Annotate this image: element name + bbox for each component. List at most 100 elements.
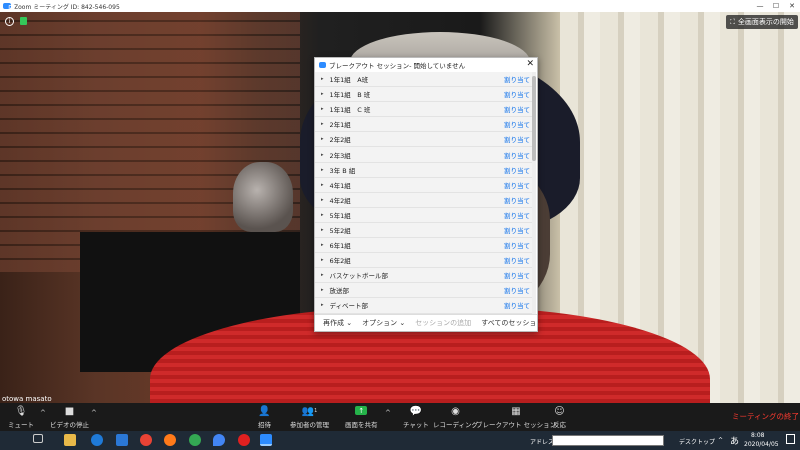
clock-time[interactable]: 8:08 <box>751 432 764 439</box>
firefox-icon[interactable] <box>164 434 176 446</box>
assign-link[interactable]: 割り当て <box>504 240 530 250</box>
chat-button[interactable]: 💬 チャット <box>403 405 429 430</box>
assign-link[interactable]: 割り当て <box>504 74 530 84</box>
expand-triangle-icon[interactable]: ▸ <box>321 152 324 158</box>
breakout-room-row[interactable]: ▸ 4年1組 割り当て <box>315 177 533 193</box>
assign-link[interactable]: 割り当て <box>504 165 530 175</box>
expand-triangle-icon[interactable]: ▸ <box>321 121 324 127</box>
options-button[interactable]: オプション ⌄ <box>362 318 405 328</box>
video-options-caret[interactable]: ^ <box>91 409 97 417</box>
maximize-button[interactable]: ☐ <box>768 0 784 12</box>
assign-link[interactable]: 割り当て <box>504 150 530 160</box>
assign-link[interactable]: 割り当て <box>504 195 530 205</box>
breakout-room-row[interactable]: ▸ 4年2組 割り当て <box>315 192 533 208</box>
lock-icon[interactable] <box>20 17 27 25</box>
breakout-room-name: 2年1組 <box>329 121 351 130</box>
zoom-logo-icon <box>319 62 326 68</box>
video-camera-icon: ■ <box>64 405 75 417</box>
breakout-room-row[interactable]: ▸ バスケットボール部 割り当て <box>315 268 533 284</box>
add-session-button[interactable]: セッションの追加 <box>415 318 471 328</box>
breakout-room-name: 4年1組 <box>329 181 351 190</box>
assign-link[interactable]: 割り当て <box>504 225 530 235</box>
breakout-room-row[interactable]: ▸ 3年 B 組 割り当て <box>315 162 533 178</box>
minimize-button[interactable]: — <box>752 0 768 12</box>
task-view-icon[interactable] <box>33 434 43 443</box>
notification-icon[interactable] <box>786 434 795 444</box>
mute-button[interactable]: 🎙 ミュート <box>8 405 34 430</box>
assign-link[interactable]: 割り当て <box>504 119 530 129</box>
breakout-room-row[interactable]: ▸ ディベート部 割り当て <box>315 298 533 314</box>
assign-link[interactable]: 割り当て <box>504 134 530 144</box>
assign-link[interactable]: 割り当て <box>504 255 530 265</box>
stop-video-button[interactable]: ■ ビデオの停止 <box>50 405 89 430</box>
assign-link[interactable]: 割り当て <box>504 300 530 310</box>
tray-expand-icon[interactable]: ^ <box>718 437 723 444</box>
edge-browser-icon[interactable] <box>91 434 103 446</box>
mail-icon[interactable] <box>116 434 128 446</box>
info-icon[interactable]: i <box>5 17 14 26</box>
expand-triangle-icon[interactable]: ▸ <box>321 136 324 142</box>
expand-triangle-icon[interactable]: ▸ <box>321 227 324 233</box>
clock-date[interactable]: 2020/04/05 <box>744 441 779 448</box>
file-explorer-icon[interactable] <box>64 434 76 446</box>
breakout-sessions-dialog: ブレークアウト セッション- 開始していません ✕ ▸ 1年1組 A班 割り当て ▸ 1… <box>314 57 538 332</box>
assign-link[interactable]: 割り当て <box>504 210 530 220</box>
assign-link[interactable]: 割り当て <box>504 104 530 114</box>
assign-link[interactable]: 割り当て <box>504 270 530 280</box>
recreate-button[interactable]: 再作成 ⌄ <box>323 318 352 328</box>
windows-start-icon[interactable]: ⊞ <box>8 3 20 15</box>
breakout-room-row[interactable]: ▸ 2年2組 割り当て <box>315 132 533 148</box>
breakout-room-row[interactable]: ▸ 5年2組 割り当て <box>315 222 533 239</box>
chrome-icon[interactable] <box>140 434 152 446</box>
address-input[interactable] <box>552 435 664 446</box>
record-button[interactable]: ◉ レコーディング <box>433 405 478 430</box>
dialog-close-button[interactable]: ✕ <box>526 59 534 69</box>
ime-indicator[interactable]: あ <box>730 434 739 447</box>
end-meeting-button[interactable]: ミーティングの終了 <box>732 411 799 422</box>
breakout-room-row[interactable]: ▸ 2年3組 割り当て <box>315 147 533 163</box>
expand-triangle-icon[interactable]: ▸ <box>321 257 324 263</box>
zoom-taskbar-icon[interactable] <box>260 434 272 446</box>
breakout-room-row[interactable]: ▸ 1年1組 A班 割り当て <box>315 72 533 88</box>
breakout-room-name: 3年 B 組 <box>329 166 356 175</box>
breakout-room-row[interactable]: ▸ 5年1組 割り当て <box>315 207 533 223</box>
share-options-caret[interactable]: ^ <box>385 409 391 417</box>
expand-triangle-icon[interactable]: ▸ <box>321 242 324 248</box>
reactions-button[interactable]: ☺ 反応 <box>553 405 566 430</box>
manage-participants-button[interactable]: 👥 1 参加者の管理 <box>290 405 329 430</box>
breakout-room-row[interactable]: ▸ 6年1組 割り当て <box>315 238 533 254</box>
assign-link[interactable]: 割り当て <box>504 285 530 295</box>
dialog-title: ブレークアウト セッション- 開始していません <box>329 62 466 70</box>
assign-link[interactable]: 割り当て <box>504 89 530 99</box>
breakout-room-list: ▸ 1年1組 A班 割り当て ▸ 1年1組 B 班割り当て ▸ 1年1組 C 班割り当て ▸ 2… <box>315 72 533 314</box>
invite-button[interactable]: 👤 招待 <box>258 405 271 430</box>
opera-icon[interactable] <box>238 434 250 446</box>
room-list-scrollbar-thumb[interactable] <box>532 76 536 161</box>
breakout-room-row[interactable]: ▸ 放送部 割り当て <box>315 283 533 299</box>
breakout-sessions-button[interactable]: ▦ ブレークアウト セッション <box>476 405 556 430</box>
assign-link[interactable]: 割り当て <box>504 180 530 190</box>
expand-triangle-icon[interactable]: ▸ <box>321 106 324 112</box>
expand-triangle-icon[interactable]: ▸ <box>321 91 324 97</box>
open-all-sessions-button[interactable]: すべてのセッション <box>481 318 537 328</box>
expand-triangle-icon[interactable]: ▸ <box>321 182 324 188</box>
breakout-room-row[interactable]: ▸ 6年2組 割り当て <box>315 253 533 269</box>
expand-triangle-icon[interactable]: ▸ <box>321 167 324 173</box>
breakout-room-row[interactable]: ▸ 2年1組 割り当て <box>315 117 533 133</box>
breakout-room-name: バスケットボール部 <box>329 272 389 281</box>
breakout-room-row[interactable]: ▸ 1年1組 B 班 割り当て <box>315 87 533 103</box>
expand-triangle-icon[interactable]: ▸ <box>321 287 324 293</box>
expand-triangle-icon[interactable]: ▸ <box>321 197 324 203</box>
expand-triangle-icon[interactable]: ▸ <box>321 272 324 278</box>
share-screen-button[interactable]: ↑ 画面を共有 <box>345 405 378 429</box>
expand-triangle-icon[interactable]: ▸ <box>321 302 324 308</box>
fullscreen-button[interactable]: ⛶ 全画面表示の開始 <box>726 15 798 29</box>
chrome-alt-icon[interactable] <box>189 434 201 446</box>
expand-triangle-icon[interactable]: ▸ <box>321 76 324 82</box>
maps-icon[interactable] <box>213 434 225 446</box>
breakout-room-row[interactable]: ▸ 1年1組 C 班 割り当て <box>315 102 533 118</box>
audio-options-caret[interactable]: ^ <box>40 409 46 417</box>
chat-bubble-icon: 💬 <box>409 405 423 417</box>
expand-triangle-icon[interactable]: ▸ <box>321 212 324 218</box>
close-window-button[interactable]: ✕ <box>784 0 800 12</box>
